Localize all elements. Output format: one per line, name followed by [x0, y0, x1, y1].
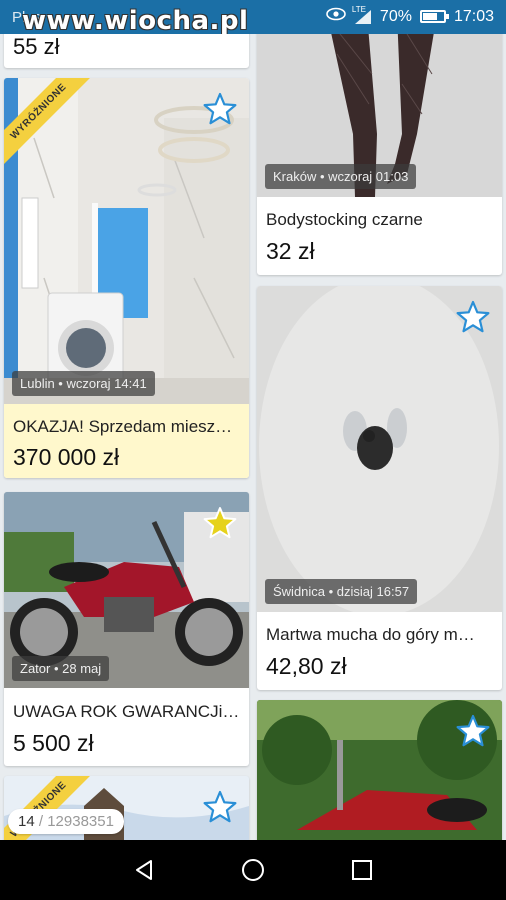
home-icon[interactable] — [233, 850, 273, 890]
listing-card[interactable]: 55 zł — [4, 34, 249, 68]
listing-card[interactable]: Świdnica • dzisiaj 16:57 Martwa mucha do… — [257, 286, 502, 690]
clock: 17:03 — [453, 7, 494, 25]
favorite-star-icon[interactable] — [203, 92, 237, 126]
favorite-star-icon[interactable] — [456, 714, 490, 748]
result-current: 14 — [18, 813, 35, 830]
favorite-star-icon[interactable] — [456, 300, 490, 334]
promoted-badge: WYRÓŻNIONE — [4, 78, 94, 168]
favorite-star-icon[interactable] — [203, 790, 237, 824]
eye-icon — [326, 7, 346, 26]
listing-feed[interactable]: 55 zł WYRÓŻNIONE Lublin • wczoraj 14:41 … — [0, 34, 506, 840]
listing-photo — [257, 286, 502, 612]
system-nav-bar — [0, 840, 506, 900]
listing-card[interactable] — [257, 700, 502, 840]
listing-location-time: Kraków • wczoraj 01:03 — [265, 164, 417, 189]
signal-icon: LTE — [352, 5, 372, 25]
listing-price: 370 000 zł — [13, 444, 120, 470]
recents-icon[interactable] — [342, 850, 382, 890]
listing-price: 32 zł — [266, 238, 315, 264]
listing-info: OKAZJA! Sprzedam miesz… 370 000 zł — [4, 404, 249, 478]
listing-title: Bodystocking czarne — [266, 210, 423, 229]
result-total: 12938351 — [47, 813, 114, 830]
listing-location-time: Lublin • wczoraj 14:41 — [12, 371, 155, 396]
listing-location-time: Zator • 28 maj — [12, 656, 110, 681]
listing-price: 5 500 zł — [13, 730, 94, 756]
listing-title: UWAGA ROK GWARANCJi… — [13, 702, 240, 721]
listing-location-time: Świdnica • dzisiaj 16:57 — [265, 579, 418, 604]
listing-title: Martwa mucha do góry m… — [266, 625, 475, 644]
listing-price: 55 zł — [13, 34, 60, 59]
listing-title: OKAZJA! Sprzedam miesz… — [13, 417, 233, 436]
listing-price: 42,80 zł — [266, 653, 347, 679]
network-type: LTE — [351, 4, 366, 14]
listing-card[interactable]: WYRÓŻNIONE Lublin • wczoraj 14:41 OKAZJA… — [4, 78, 249, 478]
promoted-badge-label: WYRÓŻNIONE — [4, 78, 94, 167]
result-separator: / — [38, 813, 44, 830]
battery-icon — [419, 10, 449, 23]
battery-percent: 70% — [379, 7, 412, 25]
result-counter: 14 / 12938351 — [8, 809, 124, 834]
listing-card[interactable]: Zator • 28 maj UWAGA ROK GWARANCJi… 5 50… — [4, 492, 249, 766]
listing-card[interactable]: Kraków • wczoraj 01:03 Bodystocking czar… — [257, 34, 502, 275]
watermark: www.wiocha.pl — [22, 6, 249, 36]
back-icon[interactable] — [124, 850, 164, 890]
status-bar: Plus www.wiocha.pl LTE 70% 17:03 — [0, 0, 506, 36]
favorite-star-icon[interactable] — [203, 506, 237, 540]
